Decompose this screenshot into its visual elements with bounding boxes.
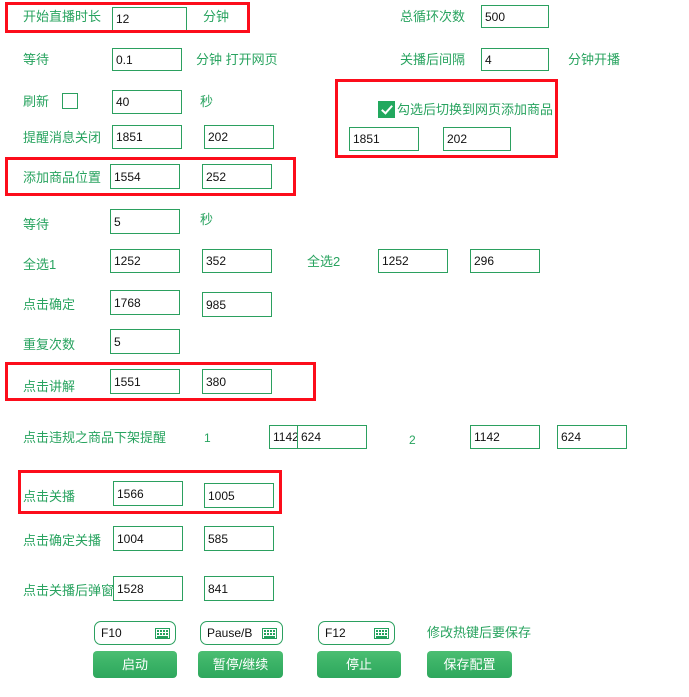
input-select-all-2-y[interactable] — [470, 249, 540, 273]
start-button[interactable]: 启动 — [93, 651, 177, 678]
save-config-button[interactable]: 保存配置 — [427, 651, 512, 678]
input-click-close-live-x[interactable] — [113, 481, 183, 506]
keyboard-icon — [262, 627, 277, 639]
label-hotkey-note: 修改热键后要保存 — [427, 625, 532, 640]
label-select-all-1: 全选1 — [23, 257, 57, 272]
label-wait-open-page-unit: 分钟 打开网页 — [196, 52, 278, 67]
input-repeat-count[interactable] — [110, 329, 180, 354]
input-click-confirm-close-x[interactable] — [113, 526, 183, 551]
input-click-explain-y[interactable] — [202, 369, 272, 394]
input-switch-page-y[interactable] — [443, 127, 511, 151]
checkbox-refresh[interactable] — [62, 93, 78, 109]
input-add-goods-pos-x[interactable] — [110, 164, 180, 189]
label-click-close-popup: 点击关播后弹窗 — [23, 583, 115, 598]
automation-config-panel: 开始直播时长 分钟 总循环次数 等待 分钟 打开网页 关播后间隔 分钟开播 刷新… — [0, 0, 689, 697]
hotkey-pause-field[interactable]: Pause/B — [200, 621, 283, 645]
hotkey-pause-value: Pause/B — [207, 626, 253, 640]
hotkey-start-value: F10 — [101, 626, 122, 640]
label-repeat-count: 重复次数 — [23, 337, 76, 352]
label-live-duration-unit: 分钟 — [203, 9, 230, 24]
input-switch-page-x[interactable] — [349, 127, 419, 151]
input-total-loops[interactable] — [481, 5, 549, 28]
input-click-explain-x[interactable] — [110, 369, 180, 394]
label-select-all-2: 全选2 — [307, 254, 341, 269]
label-add-goods-pos: 添加商品位置 — [23, 170, 102, 185]
label-wait-seconds: 等待 — [23, 217, 50, 232]
checkbox-switch-page-add-goods[interactable] — [378, 101, 395, 118]
input-live-duration[interactable] — [112, 7, 187, 31]
label-violation-index-1: 1 — [204, 431, 211, 445]
label-click-confirm: 点击确定 — [23, 297, 76, 312]
input-add-goods-pos-y[interactable] — [202, 164, 272, 189]
input-violation-2-y[interactable] — [557, 425, 627, 449]
input-select-all-1-x[interactable] — [110, 249, 180, 273]
input-remind-close-x[interactable] — [112, 125, 182, 149]
input-click-close-popup-y[interactable] — [204, 576, 274, 601]
keyboard-icon — [374, 627, 389, 639]
input-wait-open-page[interactable] — [112, 48, 182, 71]
input-select-all-2-x[interactable] — [378, 249, 448, 273]
label-violation-index-2: 2 — [409, 433, 416, 447]
pause-resume-button[interactable]: 暂停/继续 — [198, 651, 283, 678]
hotkey-stop-value: F12 — [325, 626, 346, 640]
stop-button[interactable]: 停止 — [317, 651, 401, 678]
input-click-confirm-x[interactable] — [110, 290, 180, 315]
input-click-close-live-y[interactable] — [204, 483, 274, 508]
label-refresh: 刷新 — [23, 94, 50, 109]
input-violation-2-x[interactable] — [470, 425, 540, 449]
keyboard-icon — [155, 627, 170, 639]
input-close-interval[interactable] — [481, 48, 549, 71]
label-wait-seconds-unit: 秒 — [200, 212, 214, 227]
label-remind-close: 提醒消息关闭 — [23, 130, 102, 145]
label-violation-remind: 点击违规之商品下架提醒 — [23, 430, 167, 445]
label-close-interval-unit: 分钟开播 — [568, 52, 621, 67]
hotkey-stop-field[interactable]: F12 — [318, 621, 395, 645]
input-violation-1-y[interactable] — [297, 425, 367, 449]
input-wait-seconds[interactable] — [110, 209, 180, 234]
label-live-duration: 开始直播时长 — [23, 9, 102, 24]
input-select-all-1-y[interactable] — [202, 249, 272, 273]
label-total-loops: 总循环次数 — [400, 9, 466, 24]
input-click-confirm-y[interactable] — [202, 292, 272, 317]
label-wait-open-page: 等待 — [23, 52, 50, 67]
input-click-close-popup-x[interactable] — [113, 576, 183, 601]
label-refresh-unit: 秒 — [200, 94, 214, 109]
hotkey-start-field[interactable]: F10 — [94, 621, 176, 645]
input-click-confirm-close-y[interactable] — [204, 526, 274, 551]
input-remind-close-y[interactable] — [204, 125, 274, 149]
label-close-interval: 关播后间隔 — [400, 52, 466, 67]
input-refresh-seconds[interactable] — [112, 90, 182, 114]
label-switch-page-add-goods: 勾选后切换到网页添加商品 — [397, 102, 554, 117]
label-click-confirm-close: 点击确定关播 — [23, 533, 102, 548]
label-click-close-live: 点击关播 — [23, 489, 76, 504]
label-click-explain: 点击讲解 — [23, 379, 76, 394]
